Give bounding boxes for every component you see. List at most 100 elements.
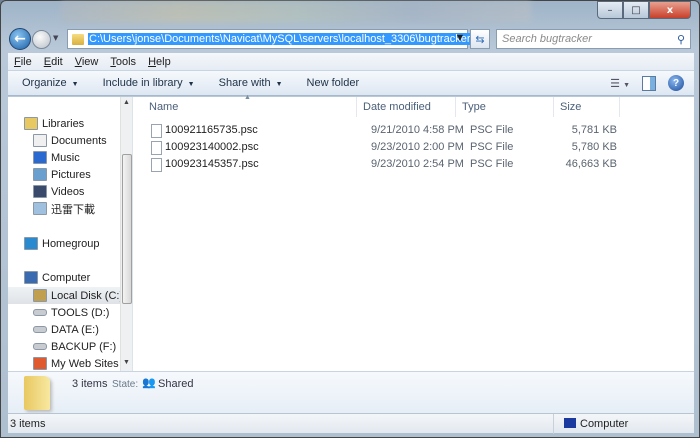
column-header-size[interactable]: Size [554,97,620,117]
nav-item-label: TOOLS (D:) [51,306,110,319]
maximize-button[interactable]: □ [623,1,649,19]
caption-buttons: – □ x [597,1,691,19]
nav-item[interactable]: TOOLS (D:) [8,304,120,321]
nav-item-label: Pictures [51,168,91,181]
drive-icon [33,343,47,350]
scroll-up-arrow[interactable]: ▲ [123,99,130,106]
nav-item[interactable]: Homegroup [8,235,120,252]
forward-button[interactable] [32,30,51,49]
libraries-icon [24,117,38,130]
file-icon [151,124,162,138]
nav-item[interactable]: Videos [8,183,120,200]
address-path[interactable]: C:\Users\jonse\Documents\Navicat\MySQL\s… [88,33,472,45]
web-sites-icon [33,357,47,370]
share-label: Share with [218,77,271,89]
recent-pages-dropdown[interactable]: ▼ [53,34,58,42]
include-label: Include in library [102,77,183,89]
refresh-icon: ⇆ [475,32,485,46]
file-date: 9/23/2010 2:00 PM [371,141,464,153]
documents-icon [33,134,47,147]
menu-item-edit[interactable]: Edit [44,56,63,68]
pictures-icon [33,168,47,181]
status-bar: 3 items Computer [8,413,694,434]
refresh-button[interactable]: ⇆ [470,29,490,49]
nav-item-label: Documents [51,134,107,147]
file-type: PSC File [470,124,514,136]
music-icon [33,151,47,164]
menu-label: ools [115,55,137,68]
chevron-down-icon: ▼ [71,81,79,88]
arrow-left-icon: ← [14,31,26,47]
organize-button[interactable]: Organize ▼ [22,77,79,89]
back-button[interactable]: ← [9,28,31,50]
file-row[interactable]: 100923145357.psc 9/23/2010 2:54 PM PSC Fil… [151,156,651,173]
chevron-down-icon: ▼ [275,81,283,88]
menu-item-view[interactable]: View [75,56,99,68]
menu-item-file[interactable]: File [14,56,32,68]
chevron-down-icon[interactable]: ▼ [457,33,463,42]
nav-item[interactable]: Documents [8,132,120,149]
column-header-date-modified[interactable]: Date modified [357,97,456,117]
scroll-down-arrow[interactable]: ▼ [123,359,130,366]
computer-icon [24,271,38,284]
nav-item[interactable]: Pictures [8,166,120,183]
menu-item-tools[interactable]: Tools [110,56,136,68]
new-folder-button[interactable]: New folder [307,77,360,89]
share-with-button[interactable]: Share with ▼ [219,77,283,89]
help-icon[interactable]: ? [668,75,684,91]
menu-label: elp [156,55,171,68]
file-row[interactable]: 100921165735.psc 9/21/2010 4:58 PM PSC Fil… [151,122,651,139]
nav-item[interactable]: BACKUP (F:) [8,338,120,355]
homegroup-icon [24,237,38,250]
scrollbar-thumb[interactable] [122,154,132,304]
status-item-count: 3 items [10,418,46,430]
computer-icon [564,418,576,428]
file-row[interactable]: 100923140002.psc 9/23/2010 2:00 PM PSC Fil… [151,139,651,156]
nav-item[interactable]: Computer [8,269,120,286]
file-name: 100921165735.psc [165,124,258,136]
navigation-pane: My Web Sites or BACKUP (F:) DATA (E:) TOOLS… [8,97,133,371]
search-input[interactable]: Search bugtracker ⚲ [496,29,691,49]
nav-item-label: Videos [51,185,85,198]
file-type: PSC File [470,141,514,153]
column-header-name[interactable]: Name [143,97,357,117]
close-button[interactable]: x [649,1,691,19]
menu-item-help[interactable]: Help [148,56,171,68]
nav-item[interactable]: Music [8,149,120,166]
system-drive-icon [33,289,47,302]
file-size: 5,780 KB [571,141,617,153]
library-folder-icon [33,202,47,215]
file-icon [151,158,162,172]
include-in-library-button[interactable]: Include in library ▼ [103,77,195,89]
nav-item[interactable]: 迅雷下載 [8,200,120,217]
change-view-button[interactable]: ☰ ▼ [610,77,630,90]
organize-label: Organize [22,77,67,89]
address-bar[interactable]: C:\Users\jonse\Documents\Navicat\MySQL\s… [67,29,472,49]
status-zone: Computer [580,418,629,430]
menu-label: ile [20,55,32,68]
file-name: 100923145357.psc [165,158,259,170]
minimize-button[interactable]: – [597,1,623,19]
column-header-type[interactable]: Type [456,97,554,117]
menu-accelerator: F [14,55,21,68]
details-pane: 3 items State: 👥 Shared [8,371,694,413]
nav-item[interactable]: My Web Sites or [8,355,132,371]
nav-item[interactable]: Local Disk (C:) [8,287,123,304]
explorer-window: – □ x ← ▼ C:\Users\jonse\Documents\Navic… [0,0,700,438]
title-bar-background [61,1,531,23]
content-area: My Web Sites or BACKUP (F:) DATA (E:) TOOLS… [8,94,694,371]
nav-scrollbar[interactable]: ▲ ▼ [120,97,132,371]
nav-item[interactable]: Libraries [8,115,120,132]
menu-accelerator: V [74,55,82,68]
menu-accelerator: H [148,55,157,68]
menu-label: iew [81,55,99,68]
menu-label: dit [51,55,63,68]
nav-item-label: DATA (E:) [51,323,99,336]
folder-icon [72,33,84,45]
preview-pane-icon[interactable] [642,75,656,91]
nav-item-label: BACKUP (F:) [51,340,117,353]
search-icon[interactable]: ⚲ [677,33,685,46]
nav-item[interactable]: DATA (E:) [8,321,120,338]
file-list: ▲ Name Date modified Type Size 100921165735.… [143,94,694,371]
details-view-icon: ☰ [610,77,620,90]
